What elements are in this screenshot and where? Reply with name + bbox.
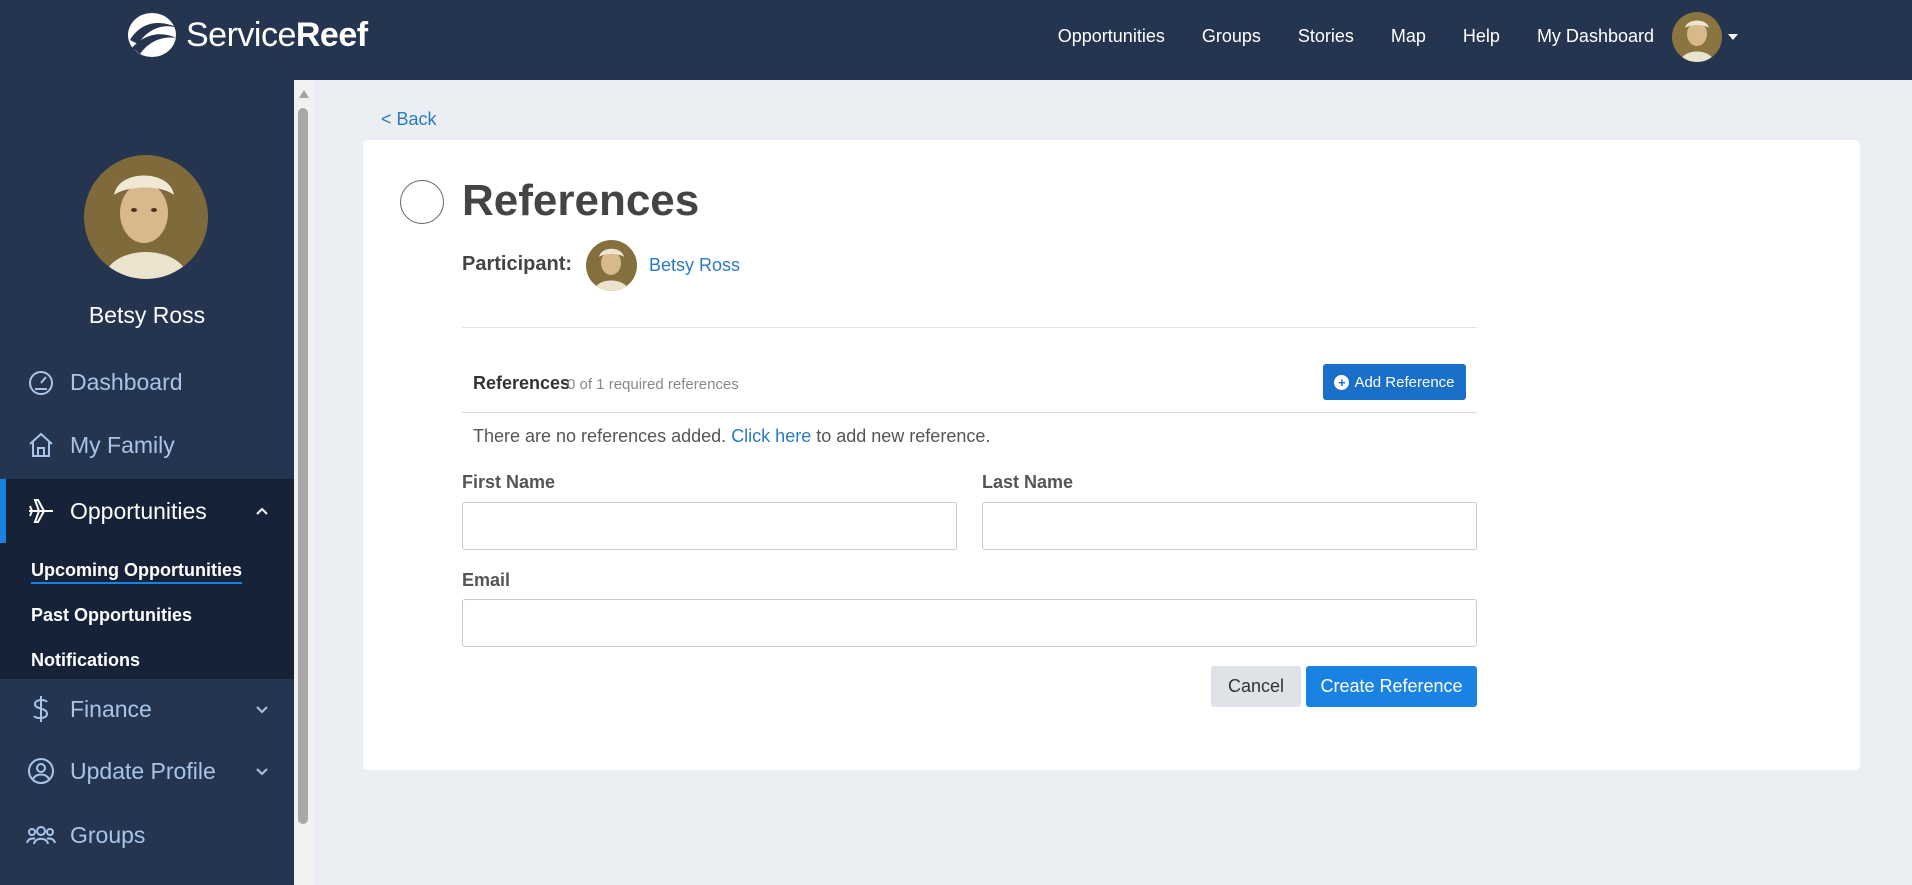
nav-opportunities[interactable]: Opportunities	[1058, 26, 1165, 47]
participant-label: Participant:	[462, 253, 573, 275]
home-icon	[29, 432, 53, 457]
page-title: References	[462, 176, 700, 225]
gauge-icon	[29, 371, 53, 395]
chevron-up-icon[interactable]	[254, 503, 270, 519]
opportunities-submenu: Upcoming Opportunities Past Opportunitie…	[0, 543, 294, 679]
submenu-notifications[interactable]: Notifications	[31, 650, 140, 671]
portrait-image	[1672, 12, 1722, 62]
add-reference-label: Add Reference	[1354, 373, 1455, 391]
sidebar-item-dashboard[interactable]: Dashboard	[0, 354, 294, 410]
divider	[462, 327, 1477, 328]
plus-circle-icon: +	[1334, 374, 1350, 390]
first-name-label: First Name	[462, 472, 556, 492]
participant-avatar[interactable]	[586, 240, 637, 291]
email-label: Email	[462, 570, 511, 590]
sidebar-item-label: Update Profile	[70, 757, 216, 784]
sidebar-item-label: Finance	[70, 695, 152, 722]
last-name-field[interactable]	[982, 502, 1477, 550]
sidebar-item-my-family[interactable]: My Family	[0, 417, 294, 473]
profile-name: Betsy Ross	[88, 302, 206, 328]
chevron-down-icon[interactable]	[254, 701, 270, 717]
references-header: References 0 of 1 required references + …	[462, 355, 1477, 413]
click-here-link[interactable]: Click here	[731, 426, 811, 446]
add-reference-button[interactable]: + Add Reference	[1323, 364, 1466, 400]
user-circle-icon	[28, 758, 54, 784]
nav-help[interactable]: Help	[1463, 26, 1500, 47]
user-avatar[interactable]	[1672, 12, 1722, 62]
sidebar-item-label: Opportunities	[70, 497, 207, 524]
references-card	[363, 140, 1860, 770]
sidebar-item-label: Dashboard	[70, 368, 183, 395]
dollar-icon	[33, 696, 49, 722]
nav-my-dashboard[interactable]: My Dashboard	[1537, 26, 1654, 47]
nav-stories[interactable]: Stories	[1298, 26, 1354, 47]
caret-down-icon[interactable]	[1728, 34, 1738, 40]
sidebar-item-label: Groups	[70, 821, 146, 848]
brand-name: ServiceReef	[186, 15, 368, 54]
scroll-up-arrow-icon[interactable]	[299, 90, 309, 98]
portrait-image	[586, 240, 637, 291]
profile-avatar[interactable]	[84, 155, 208, 279]
users-icon	[26, 826, 56, 845]
submenu-upcoming-opportunities[interactable]: Upcoming Opportunities	[31, 560, 242, 584]
active-indicator	[0, 479, 6, 543]
cancel-button[interactable]: Cancel	[1211, 666, 1301, 707]
create-reference-button[interactable]: Create Reference	[1306, 666, 1477, 707]
sidebar-item-opportunities[interactable]: Opportunities	[0, 479, 294, 543]
sidebar: Betsy Ross Dashboard My Family Opportuni…	[0, 80, 294, 885]
submenu-past-opportunities[interactable]: Past Opportunities	[31, 605, 192, 626]
status-circle-icon	[400, 180, 444, 224]
portrait-image	[84, 155, 208, 279]
first-name-field[interactable]	[462, 502, 957, 550]
brand-logo[interactable]: ServiceReef	[122, 10, 368, 60]
sidebar-scrollbar[interactable]	[294, 80, 314, 885]
sidebar-item-groups[interactable]: Groups	[0, 805, 294, 865]
sidebar-item-label: My Family	[70, 431, 175, 458]
last-name-label: Last Name	[982, 472, 1074, 492]
back-link[interactable]: < Back	[381, 109, 437, 130]
scroll-thumb[interactable]	[298, 108, 308, 824]
participant-name-link[interactable]: Betsy Ross	[649, 255, 740, 276]
email-field[interactable]	[462, 599, 1477, 647]
nav-groups[interactable]: Groups	[1202, 26, 1261, 47]
sidebar-item-finance[interactable]: Finance	[0, 679, 294, 739]
empty-references-message: There are no references added. Click her…	[473, 426, 991, 446]
airplane-icon	[29, 499, 53, 523]
top-nav-links: Opportunities Groups Stories Map Help My…	[1021, 0, 1654, 72]
wave-logo-icon	[128, 13, 178, 57]
references-heading: References	[473, 373, 571, 393]
chevron-down-icon[interactable]	[254, 763, 270, 779]
references-count: 0 of 1 required references	[567, 376, 739, 393]
top-navbar: ServiceReef Opportunities Groups Stories…	[0, 0, 1912, 80]
nav-map[interactable]: Map	[1391, 26, 1426, 47]
sidebar-item-update-profile[interactable]: Update Profile	[0, 741, 294, 801]
